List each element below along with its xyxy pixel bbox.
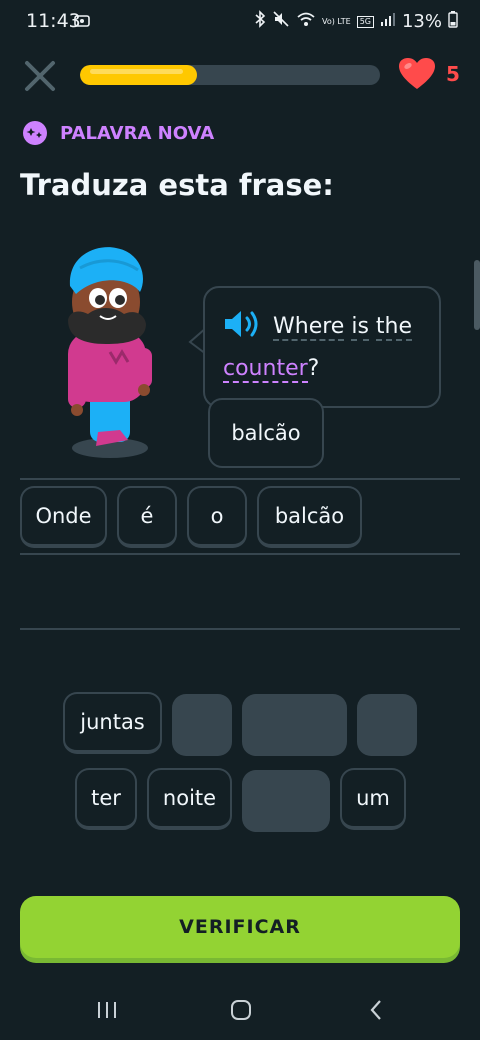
heart-icon: [399, 58, 435, 89]
speaker-icon[interactable]: [223, 308, 263, 344]
close-icon: [25, 61, 55, 91]
prompt-word-counter[interactable]: counter: [223, 356, 308, 383]
back-icon[interactable]: [368, 998, 384, 1022]
character-illustration: [58, 240, 168, 469]
screen-record-icon: [74, 13, 90, 33]
answer-line-top: [20, 478, 460, 480]
speech-bubble: Where is the counter?: [203, 286, 441, 408]
prompt-word-the[interactable]: the: [375, 313, 413, 341]
home-icon[interactable]: [229, 998, 253, 1022]
lte-label: Vo) LTE: [321, 16, 351, 26]
battery-percent: 13%: [401, 11, 442, 32]
prompt-word-where[interactable]: Where: [273, 313, 345, 341]
network-label: 5G: [356, 15, 374, 28]
word-bank-slot-empty: [242, 694, 347, 756]
recents-icon[interactable]: [96, 1000, 118, 1020]
prompt-word-is[interactable]: is: [351, 313, 369, 341]
answer-line-middle: [20, 553, 460, 555]
answer-chip[interactable]: balcão: [257, 486, 362, 548]
status-icons: Vo) LTE 5G 13%: [254, 10, 458, 33]
lesson-progress-bar: [80, 65, 380, 85]
answer-chip[interactable]: o: [187, 486, 247, 548]
new-word-badge: PALAVRA NOVA: [22, 120, 214, 146]
close-button[interactable]: [22, 58, 58, 94]
word-bank-chip[interactable]: ter: [75, 768, 137, 830]
signal-icon: [380, 11, 396, 32]
hearts-counter[interactable]: 5: [398, 57, 460, 91]
prompt-punctuation: ?: [307, 356, 320, 381]
battery-icon: [448, 10, 458, 33]
word-bank-slot-empty: [172, 694, 232, 756]
new-word-label: PALAVRA NOVA: [60, 122, 215, 144]
status-time: 11:43: [26, 10, 81, 32]
scroll-indicator: [474, 260, 480, 330]
answer-line-bottom: [20, 628, 460, 630]
lesson-progress-fill: [80, 65, 197, 85]
hearts-count: 5: [446, 62, 460, 86]
check-button[interactable]: VERIFICAR: [20, 896, 460, 958]
word-bank-chip[interactable]: um: [340, 768, 406, 830]
system-nav-bar: [0, 980, 480, 1040]
word-bank-chip[interactable]: noite: [147, 768, 232, 830]
word-bank-chip[interactable]: juntas: [63, 692, 162, 754]
page-title: Traduza esta frase:: [20, 168, 334, 202]
answer-chip[interactable]: é: [117, 486, 177, 548]
mute-icon: [272, 10, 290, 33]
bluetooth-icon: [254, 10, 266, 33]
lesson-progress-shine: [90, 69, 183, 74]
new-word-icon: [23, 121, 47, 145]
word-hint-tooltip: balcão: [208, 398, 324, 468]
status-bar: 11:43 Vo) LTE 5G 13%: [0, 0, 480, 44]
wifi-icon: [296, 11, 316, 32]
answer-chip[interactable]: Onde: [20, 486, 107, 548]
word-bank-slot-empty: [357, 694, 417, 756]
word-bank-slot-empty: [242, 770, 330, 832]
